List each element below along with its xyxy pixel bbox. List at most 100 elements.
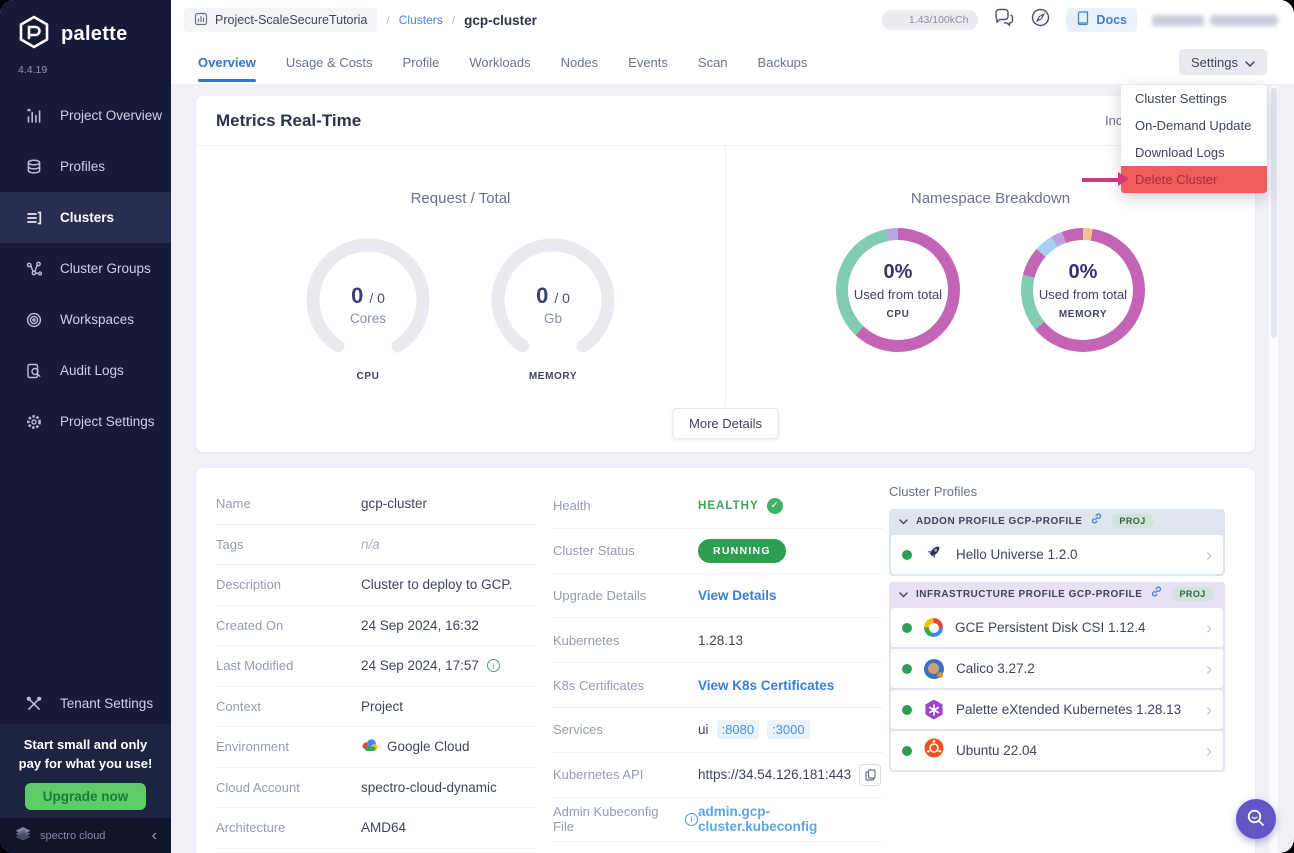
- credits-usage-badge[interactable]: 1.43/100kCh: [882, 10, 978, 30]
- sidebar-item-workspaces[interactable]: Workspaces: [0, 294, 171, 345]
- field-label: Environment: [216, 739, 361, 754]
- settings-dropdown-button[interactable]: Settings: [1179, 49, 1267, 75]
- help-search-fab[interactable]: [1236, 799, 1276, 839]
- healthy-check-icon: ✓: [767, 498, 783, 514]
- field-label: Kubernetes: [553, 633, 698, 648]
- menu-item-on-demand-update[interactable]: On-Demand Update: [1121, 112, 1267, 139]
- sidebar-item-label: Workspaces: [60, 312, 134, 327]
- settings-button-label: Settings: [1191, 55, 1238, 70]
- vertical-scrollbar[interactable]: [1269, 85, 1278, 853]
- metrics-card-header: Metrics Real-Time Incl: [196, 96, 1255, 146]
- sidebar-item-label: Clusters: [60, 210, 114, 225]
- upgrade-text: Start small and only pay for what you us…: [0, 736, 171, 774]
- cpu-gauge-label: CPU: [306, 371, 430, 382]
- chevron-right-icon[interactable]: ›: [1206, 619, 1212, 637]
- tab-events[interactable]: Events: [628, 40, 668, 84]
- memory-gauge: 0 / 0 Gb MEMORY: [491, 238, 615, 382]
- profile-layer-name: Palette eXtended Kubernetes 1.28.13: [956, 702, 1181, 717]
- gear-icon: [24, 412, 43, 431]
- brand-name: palette: [61, 23, 128, 46]
- main-area: Project-ScaleSecureTutoria / Clusters / …: [171, 0, 1294, 853]
- sidebar-item-label: Project Overview: [60, 108, 162, 123]
- field-label: Cloud Account: [216, 780, 361, 795]
- content-scroll-area: Metrics Real-Time Incl Request / Total: [171, 84, 1294, 853]
- info-row-description: Description Cluster to deploy to GCP.: [216, 565, 538, 606]
- field-label: Description: [216, 577, 361, 592]
- view-details-link[interactable]: View Details: [698, 588, 777, 603]
- tab-backups[interactable]: Backups: [758, 40, 808, 84]
- chevron-right-icon[interactable]: ›: [1206, 742, 1212, 760]
- status-row-health: Health HEALTHY ✓: [553, 484, 883, 529]
- namespace-cpu-donut: 0% Used from total CPU: [836, 228, 960, 352]
- concentric-circles-icon: [24, 310, 43, 329]
- addon-profile-title: ADDON PROFILE GCP-PROFILE: [916, 516, 1082, 527]
- cluster-tabs: Overview Usage & Costs Profile Workloads…: [198, 40, 807, 84]
- cluster-list-icon: [24, 208, 43, 227]
- cluster-status-column: Health HEALTHY ✓ Cluster Status RUNNING …: [553, 484, 883, 842]
- menu-item-delete-cluster[interactable]: Delete Cluster: [1121, 166, 1267, 193]
- chevron-right-icon[interactable]: ›: [1206, 701, 1212, 719]
- memory-used-value: 0: [536, 283, 548, 309]
- profile-layer-calico[interactable]: Calico 3.27.2 ›: [891, 649, 1223, 688]
- info-icon[interactable]: i: [487, 659, 500, 672]
- chevron-right-icon[interactable]: ›: [1206, 660, 1212, 678]
- chevron-down-icon: [899, 585, 908, 603]
- tab-scan[interactable]: Scan: [698, 40, 728, 84]
- status-dot-green: [902, 664, 912, 674]
- memory-percent: 0%: [1069, 261, 1098, 284]
- service-port-link[interactable]: :8080: [717, 720, 760, 739]
- project-selector[interactable]: Project-ScaleSecureTutoria: [184, 8, 377, 32]
- profile-layer-gce-csi[interactable]: GCE Persistent Disk CSI 1.12.4 ›: [891, 608, 1223, 647]
- service-port-link[interactable]: :3000: [767, 720, 810, 739]
- sidebar-item-audit-logs[interactable]: Audit Logs: [0, 345, 171, 396]
- collapse-sidebar-button[interactable]: ‹: [152, 828, 157, 844]
- memory-unit: Gb: [544, 311, 562, 326]
- info-icon[interactable]: i: [685, 813, 698, 826]
- sidebar-item-cluster-groups[interactable]: Cluster Groups: [0, 243, 171, 294]
- menu-item-cluster-settings[interactable]: Cluster Settings: [1121, 85, 1267, 112]
- tab-workloads[interactable]: Workloads: [469, 40, 530, 84]
- upgrade-now-button[interactable]: Upgrade now: [25, 783, 147, 810]
- sidebar-item-project-settings[interactable]: Project Settings: [0, 396, 171, 447]
- chevron-right-icon[interactable]: ›: [1206, 546, 1212, 564]
- profile-layer-pxk[interactable]: Palette eXtended Kubernetes 1.28.13 ›: [891, 690, 1223, 729]
- scrollbar-thumb[interactable]: [1271, 88, 1277, 338]
- proj-scope-badge: PROJ: [1171, 587, 1213, 601]
- view-k8s-certificates-link[interactable]: View K8s Certificates: [698, 678, 834, 693]
- link-icon[interactable]: [1150, 585, 1163, 603]
- explore-compass-icon[interactable]: [1030, 7, 1051, 33]
- breadcrumb: Project-ScaleSecureTutoria / Clusters / …: [184, 8, 537, 32]
- feedback-chat-icon[interactable]: [993, 8, 1015, 33]
- sidebar-item-project-overview[interactable]: Project Overview: [0, 90, 171, 141]
- breadcrumb-clusters-link[interactable]: Clusters: [399, 13, 443, 27]
- settings-dropdown-menu: Cluster Settings On-Demand Update Downlo…: [1121, 85, 1267, 193]
- profile-layer-hello-universe[interactable]: Hello Universe 1.2.0 ›: [891, 535, 1223, 574]
- docs-button[interactable]: Docs: [1066, 8, 1137, 32]
- sidebar-item-profiles[interactable]: Profiles: [0, 141, 171, 192]
- user-account-menu[interactable]: [1152, 15, 1278, 26]
- user-name-redacted: [1152, 15, 1204, 26]
- rocket-icon: [924, 542, 944, 567]
- spectro-cloud-logo: [14, 824, 32, 847]
- infrastructure-profile-header[interactable]: INFRASTRUCTURE PROFILE GCP-PROFILE PROJ: [889, 582, 1225, 606]
- field-label: Last Modified: [216, 658, 361, 673]
- addon-profile-header[interactable]: ADDON PROFILE GCP-PROFILE PROJ: [889, 509, 1225, 533]
- copy-icon[interactable]: [859, 764, 881, 786]
- tab-profile[interactable]: Profile: [403, 40, 440, 84]
- link-icon[interactable]: [1090, 512, 1103, 530]
- sidebar-item-clusters[interactable]: Clusters: [0, 192, 171, 243]
- tab-nodes[interactable]: Nodes: [561, 40, 599, 84]
- sidebar-item-tenant-settings[interactable]: Tenant Settings: [0, 678, 171, 729]
- field-value: 1.28.13: [698, 633, 743, 648]
- kubeconfig-download-link[interactable]: admin.gcp-cluster.kubeconfig: [698, 804, 883, 834]
- info-row-environment: Environment Google Cloud: [216, 727, 538, 768]
- tab-overview[interactable]: Overview: [198, 40, 256, 84]
- cluster-profiles-heading: Cluster Profiles: [889, 484, 1225, 499]
- info-row-name: Name gcp-cluster: [216, 484, 538, 525]
- field-label: Created On: [216, 618, 361, 633]
- tab-usage-costs[interactable]: Usage & Costs: [286, 40, 373, 84]
- menu-item-download-logs[interactable]: Download Logs: [1121, 139, 1267, 166]
- profile-layer-name: GCE Persistent Disk CSI 1.12.4: [955, 620, 1146, 635]
- more-details-button[interactable]: More Details: [672, 408, 779, 439]
- profile-layer-ubuntu[interactable]: Ubuntu 22.04 ›: [891, 731, 1223, 770]
